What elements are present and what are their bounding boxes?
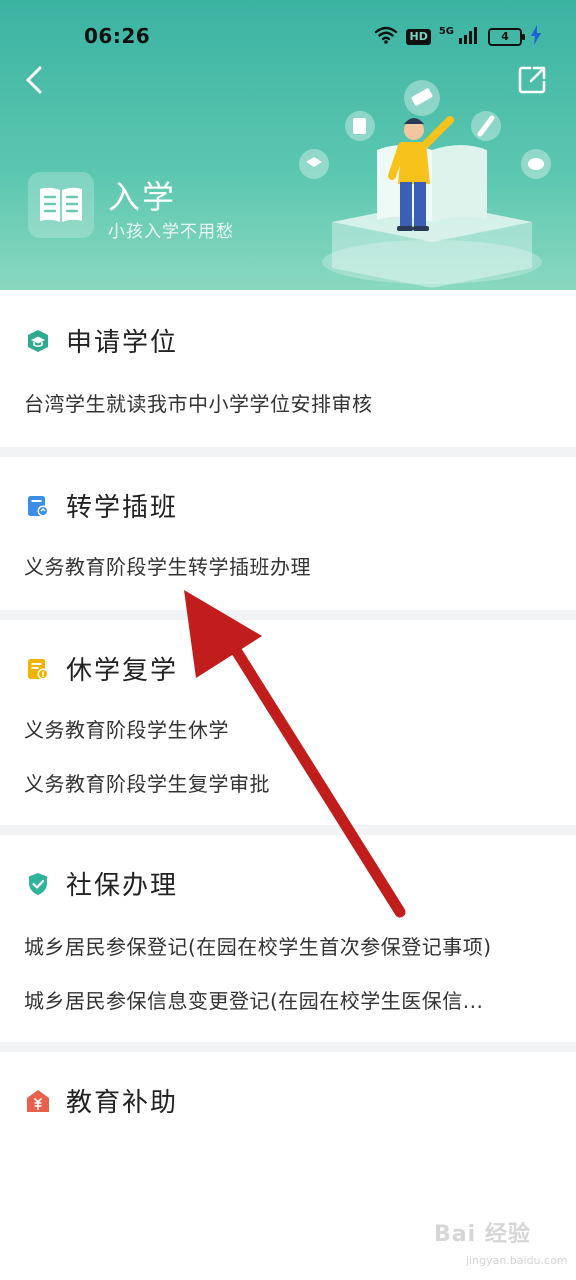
hd-badge: HD: [406, 29, 431, 45]
section-transfer: 转学插班 义务教育阶段学生转学插班办理: [0, 457, 576, 610]
section-apply-degree: 申请学位 台湾学生就读我市中小学学位安排审核: [0, 290, 576, 447]
graduation-cap-icon: [26, 329, 50, 353]
battery-icon: 4: [488, 28, 525, 46]
suspend-doc-icon: [26, 657, 50, 681]
list-item[interactable]: 城乡居民参保登记(在园在校学生首次参保登记事项): [24, 931, 492, 960]
section-title: 社保办理: [66, 871, 179, 901]
status-time: 06:26: [84, 24, 151, 48]
section-suspend-resume: 休学复学 义务教育阶段学生休学 义务教育阶段学生复学审批: [0, 620, 576, 825]
transfer-doc-icon: [26, 494, 50, 518]
page-subtitle: 小孩入学不用愁: [108, 222, 234, 242]
watermark-url: jingyan.baidu.com: [466, 1254, 568, 1267]
status-icons: HD 5G 4: [374, 24, 542, 50]
section-header: 社保办理: [26, 865, 178, 902]
wifi-icon: [374, 26, 398, 48]
shield-check-icon: [26, 872, 50, 896]
watermark-text: Bai 经验: [434, 1222, 531, 1247]
student-reading-illustration: [299, 80, 551, 288]
chevron-left-icon: [26, 66, 42, 94]
section-divider: [0, 1042, 576, 1052]
section-title: 休学复学: [66, 656, 179, 686]
section-divider: [0, 610, 576, 620]
back-button[interactable]: [18, 62, 54, 98]
section-header: 教育补助: [26, 1082, 178, 1119]
section-header: 休学复学: [26, 650, 178, 687]
section-divider: [0, 447, 576, 457]
subsidy-house-icon: [26, 1089, 50, 1113]
page-header: 06:26 HD 5G 4 入学 小孩入学不用愁: [0, 0, 576, 290]
section-social-security: 社保办理 城乡居民参保登记(在园在校学生首次参保登记事项) 城乡居民参保信息变更…: [0, 835, 576, 1042]
section-title: 转学插班: [66, 493, 179, 523]
list-item[interactable]: 城乡居民参保信息变更登记(在园在校学生医保信...: [24, 985, 483, 1014]
list-item[interactable]: 义务教育阶段学生转学插班办理: [24, 551, 311, 580]
status-bar: 06:26 HD 5G 4: [0, 0, 576, 70]
list-item[interactable]: 义务教育阶段学生休学: [24, 714, 229, 743]
section-divider: [0, 825, 576, 835]
network-type: 5G: [438, 26, 454, 37]
signal-icon: [458, 26, 480, 48]
section-title: 申请学位: [66, 328, 179, 358]
list-item[interactable]: 台湾学生就读我市中小学学位安排审核: [24, 388, 373, 417]
section-header: 申请学位: [26, 322, 178, 359]
section-header: 转学插班: [26, 487, 178, 524]
page-title: 入学: [108, 178, 177, 216]
list-item[interactable]: 义务教育阶段学生复学审批: [24, 768, 270, 797]
book-icon: [28, 172, 94, 238]
charging-icon: [530, 25, 542, 49]
section-title: 教育补助: [66, 1088, 179, 1118]
